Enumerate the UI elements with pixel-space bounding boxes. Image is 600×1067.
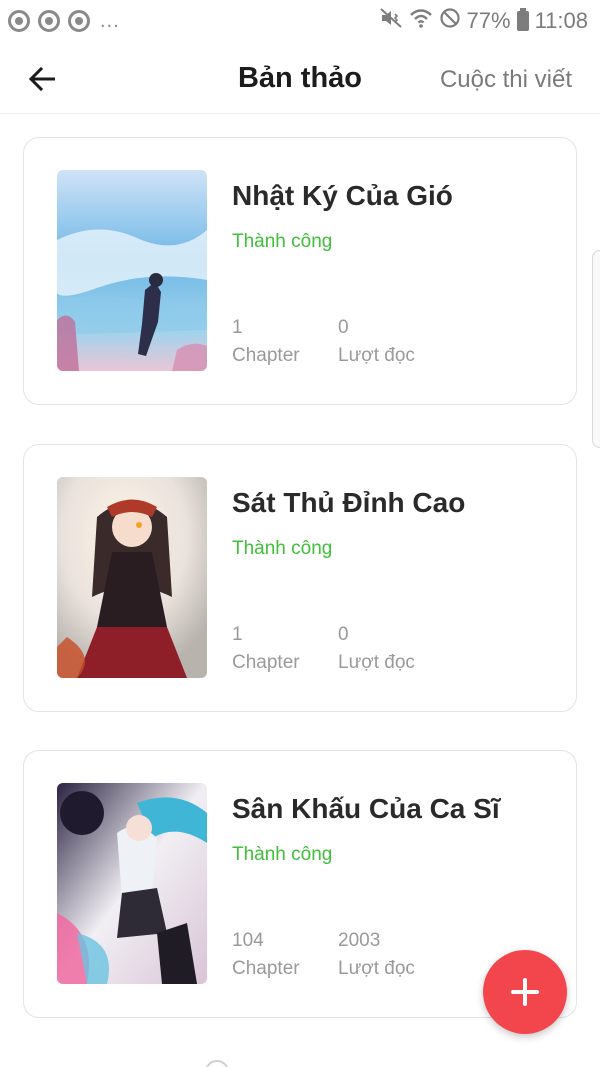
chrome-icon [38,10,60,32]
read-count-value: 2003 [338,930,381,951]
chrome-icon [68,10,90,32]
story-cover-image [57,783,207,984]
chapter-count-label: Chapter [232,345,300,366]
add-story-button[interactable] [483,950,567,1034]
clock-time: 11:08 [534,8,588,33]
story-cover-image [57,170,207,371]
story-title: Sân Khấu Của Ca Sĩ [232,793,500,824]
story-title: Nhật Ký Của Gió [232,180,453,211]
story-card[interactable]: Nhật Ký Của Gió Thành công 1 Chapter 0 L… [23,137,577,405]
story-status: Thành công [232,231,333,252]
mute-vibrate-icon [379,7,403,35]
read-count: 0 Lượt đọc [338,314,415,370]
chapter-count: 104 Chapter [232,927,300,983]
chapter-count-label: Chapter [232,652,300,673]
chapter-count: 1 Chapter [232,314,300,370]
app-bar: Bản thảo Cuộc thi viết [0,42,600,114]
read-count-label: Lượt đọc [338,652,415,673]
story-cover-image [57,477,207,678]
read-count-label: Lượt đọc [338,958,415,979]
plus-icon [511,978,539,1006]
chapter-count-value: 1 [232,317,243,338]
edge-panel-handle[interactable] [592,250,600,448]
read-count: 0 Lượt đọc [338,621,415,677]
read-count: 2003 Lượt đọc [338,927,415,983]
chrome-icon [8,10,30,32]
battery-percentage: 77% [466,8,511,33]
story-title: Sát Thủ Đỉnh Cao [232,487,466,518]
status-bar: ... 77% 11:08 [0,0,600,42]
draft-story-list: Nhật Ký Của Gió Thành công 1 Chapter 0 L… [0,114,600,1067]
wifi-icon [409,7,433,35]
story-card[interactable]: Sát Thủ Đỉnh Cao Thành công 1 Chapter 0 … [23,444,577,712]
story-status: Thành công [232,844,333,865]
battery-icon [516,8,529,31]
read-count-value: 0 [338,624,349,645]
chapter-count: 1 Chapter [232,621,300,677]
chapter-count-value: 104 [232,930,264,951]
read-count-value: 0 [338,317,349,338]
writing-contest-link[interactable]: Cuộc thi viết [440,66,572,94]
chapter-count-value: 1 [232,624,243,645]
chapter-count-label: Chapter [232,958,300,979]
do-not-disturb-icon [439,7,461,35]
read-count-label: Lượt đọc [338,345,415,366]
more-notifications-indicator: ... [100,9,120,32]
story-status: Thành công [232,538,333,559]
